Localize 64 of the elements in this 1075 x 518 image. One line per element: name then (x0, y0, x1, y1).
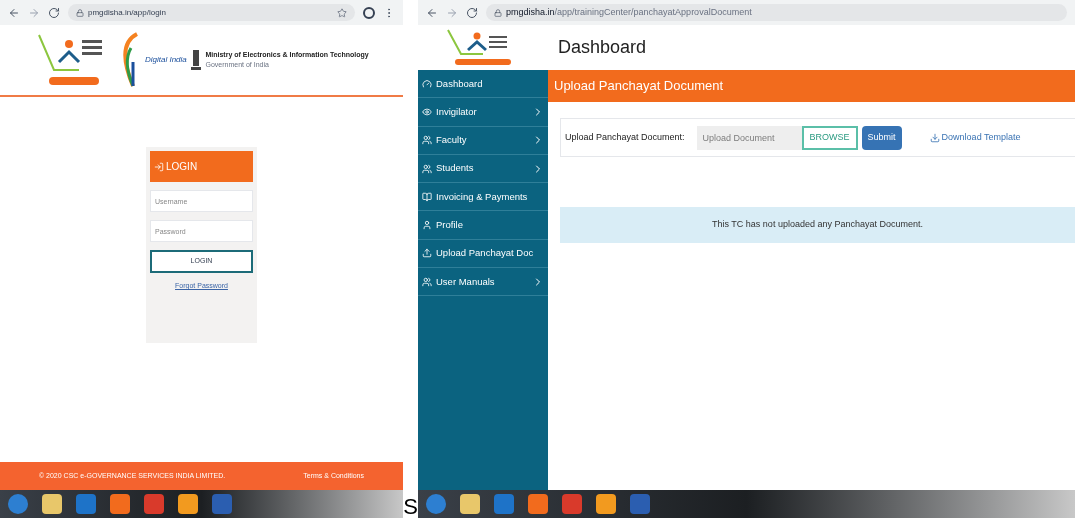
taskbar-app-icon[interactable] (596, 494, 616, 514)
taskbar-app-icon[interactable] (426, 494, 446, 514)
upload-label: Upload Panchayat Document: (565, 130, 685, 144)
taskbar-app-icon[interactable] (76, 494, 96, 514)
taskbar-app-icon[interactable] (8, 494, 28, 514)
notice-text: This TC has not uploaded any Panchayat Document. (712, 218, 923, 232)
login-title: LOGIN (166, 160, 198, 174)
users-icon (422, 135, 432, 146)
reload-icon[interactable] (48, 6, 60, 19)
url-text: pmgdisha.in/app/login (88, 6, 166, 19)
upload-icon (422, 248, 432, 259)
back-icon[interactable] (426, 6, 438, 19)
gauge-icon (422, 78, 432, 89)
sidebar-label: Upload Panchayat Doc (436, 246, 534, 261)
back-icon[interactable] (8, 6, 20, 19)
digital-india-text: Digital India (145, 54, 187, 66)
users-icon (422, 276, 432, 287)
page-title: Dashboard (558, 36, 647, 59)
sidebar-label: Invigilator (436, 104, 477, 119)
sidebar-label: Students (436, 161, 474, 176)
sidebar-item[interactable]: Upload Panchayat Doc (418, 239, 548, 269)
sidebar-label: User Manuals (436, 274, 495, 289)
book-icon (422, 191, 432, 202)
star-icon[interactable] (337, 7, 347, 18)
forward-icon[interactable] (28, 6, 40, 19)
reload-icon[interactable] (466, 6, 478, 19)
taskbar-app-icon[interactable] (494, 494, 514, 514)
sidebar-item[interactable]: User Manuals (418, 268, 548, 297)
taskbar-app-icon[interactable] (562, 494, 582, 514)
sidebar-label: Invoicing & Payments (436, 189, 528, 204)
login-icon (154, 161, 164, 172)
url-text: pmgdisha.in/app/trainingCenter/panchayatApprovalDocument (506, 5, 752, 19)
download-icon (929, 132, 940, 143)
taskbar-app-icon[interactable] (630, 494, 650, 514)
forward-icon[interactable] (446, 6, 458, 19)
taskbar-app-icon[interactable] (110, 494, 130, 514)
sidebar-item[interactable]: Faculty (418, 126, 548, 155)
sidebar-item[interactable]: Invigilator (418, 98, 548, 127)
sidebar-label: Faculty (436, 133, 467, 148)
submit-button[interactable]: Submit (861, 125, 902, 150)
eye-icon (422, 106, 432, 117)
profile-icon[interactable] (363, 6, 375, 19)
upload-document-field[interactable]: Upload Document (696, 125, 802, 150)
person-icon (422, 220, 432, 231)
taskbar-app-icon[interactable] (528, 494, 548, 514)
taskbar-app-icon[interactable] (178, 494, 198, 514)
sidebar-item[interactable]: Profile (418, 211, 548, 240)
lock-icon (76, 8, 84, 17)
sidebar-item[interactable]: Students (418, 154, 548, 184)
taskbar-app-icon[interactable] (42, 494, 62, 514)
stray-letter: S (403, 496, 418, 518)
download-template-link[interactable]: Download Template (929, 130, 1021, 145)
users-icon (422, 163, 432, 174)
browse-button[interactable]: BROWSE (801, 125, 858, 150)
taskbar-app-icon[interactable] (144, 494, 164, 514)
sidebar-label: Profile (436, 218, 463, 232)
lock-icon (494, 8, 502, 17)
section-title: Upload Panchayat Document (554, 77, 724, 96)
address-bar[interactable]: pmgdisha.in/app/trainingCenter/panchayatApprovalDocument (486, 4, 1067, 21)
sidebar-label: Dashboard (436, 76, 483, 91)
sidebar-item[interactable]: Invoicing & Payments (418, 183, 548, 212)
address-bar[interactable]: pmgdisha.in/app/login (68, 4, 355, 21)
taskbar-app-icon[interactable] (212, 494, 232, 514)
taskbar-app-icon[interactable] (460, 494, 480, 514)
